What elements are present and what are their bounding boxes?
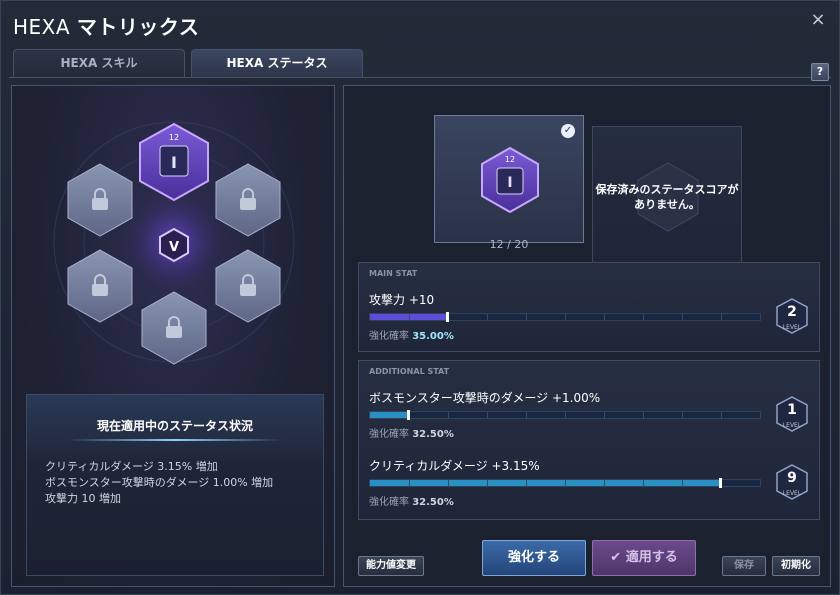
status-line: クリティカルダメージ 3.15% 増加 [45, 460, 218, 473]
level-label: LEVEL [782, 490, 802, 497]
lock-icon [92, 284, 108, 296]
progress-marker [446, 312, 449, 322]
progress-marker [407, 410, 410, 420]
lock-icon [240, 284, 256, 296]
save-button[interactable]: 保存 [722, 556, 766, 576]
progress-marker [719, 478, 722, 488]
progress-segment [526, 412, 527, 418]
progress-bar [369, 410, 761, 420]
level-badge: 9 LEVEL [775, 463, 809, 501]
progress-segment [565, 412, 566, 418]
help-icon[interactable]: ? [811, 63, 829, 81]
progress-fill [370, 412, 409, 418]
center-emblem-text: V [169, 240, 179, 255]
level-value: 1 [787, 402, 797, 418]
progress-segment [448, 480, 449, 486]
current-status-list: クリティカルダメージ 3.15% 増加 ボスモンスター攻撃時のダメージ 1.00… [45, 459, 273, 507]
status-line: 攻撃力 10 増加 [45, 492, 121, 505]
additional-stat-row: ボスモンスター攻撃時のダメージ +1.00% 強化確率 32.50% 1 LEV… [369, 389, 809, 449]
progress-bar [369, 478, 761, 488]
core-level-text: 12 [505, 155, 515, 164]
saved-core-slot[interactable]: 保存済みのステータスコアが ありません。 [592, 126, 742, 264]
status-core-card[interactable]: ✓ I 12 [434, 115, 584, 243]
hex-grid: I 12 V [53, 121, 295, 365]
progress-segment [409, 480, 410, 486]
progress-segment [721, 314, 722, 320]
core-level-text: 12 [169, 133, 179, 142]
upgrade-rate: 強化確率 32.50% [369, 497, 454, 508]
status-core-hex: I 12 [481, 146, 539, 214]
saved-core-empty-text: 保存済みのステータスコアが ありません。 [595, 183, 739, 211]
progress-segment [487, 412, 488, 418]
stat-name: ボスモンスター攻撃時のダメージ +1.00% [369, 391, 601, 405]
progress-segment [565, 314, 566, 320]
progress-bar [369, 312, 761, 322]
core-icon: I [171, 153, 177, 172]
upgrade-rate: 強化確率 32.50% [369, 429, 454, 440]
progress-segment [487, 314, 488, 320]
level-badge: 2 LEVEL [775, 297, 809, 335]
progress-segment [682, 480, 683, 486]
progress-segment [604, 314, 605, 320]
apply-button[interactable]: ✔ 適用する [592, 540, 696, 576]
additional-stat-row: クリティカルダメージ +3.15% 強化確率 32.50% 9 LEVEL [369, 457, 809, 517]
progress-segment [721, 412, 722, 418]
apply-check-icon: ✔ [610, 550, 626, 565]
level-label: LEVEL [782, 324, 802, 331]
title-glow-divider [67, 439, 283, 441]
lock-icon [166, 326, 182, 338]
tab-hexa-skill[interactable]: HEXA スキル [13, 49, 185, 77]
current-status-title: 現在適用中のステータス状況 [96, 419, 253, 433]
level-label: LEVEL [782, 422, 802, 429]
progress-segment [526, 480, 527, 486]
main-stat-label: MAIN STAT [369, 269, 418, 278]
progress-segment [682, 412, 683, 418]
status-line: ボスモンスター攻撃時のダメージ 1.00% 増加 [45, 476, 274, 489]
tab-hexa-status[interactable]: HEXA ステータス [191, 49, 363, 77]
center-emblem-icon: V [159, 227, 189, 263]
progress-segment [604, 480, 605, 486]
close-icon[interactable]: × [807, 9, 829, 31]
additional-stat-section: ADDITIONAL STAT ボスモンスター攻撃時のダメージ +1.00% 強… [358, 360, 820, 520]
hex-slot-top[interactable]: I 12 [139, 122, 209, 202]
lock-icon [92, 198, 108, 210]
progress-segment [565, 480, 566, 486]
progress-segment [643, 480, 644, 486]
hex-grid-panel: I 12 V 現在適用中のステータス状況 クリティカルダメージ 3.15% 増加… [11, 85, 335, 587]
progress-segment [682, 314, 683, 320]
reset-button[interactable]: 初期化 [772, 556, 820, 576]
core-level-counter: 12 / 20 [489, 238, 529, 251]
main-stat-row: 攻撃力 +10 強化確率 35.00% 2 LEVEL [369, 291, 809, 351]
stat-name: クリティカルダメージ +3.15% [369, 459, 540, 473]
progress-fill [370, 480, 721, 486]
upgrade-rate: 強化確率 35.00% [369, 331, 454, 342]
level-badge: 1 LEVEL [775, 395, 809, 433]
progress-segment [643, 412, 644, 418]
current-status-box: 現在適用中のステータス状況 クリティカルダメージ 3.15% 増加 ボスモンスタ… [26, 394, 324, 576]
status-panel: ✓ I 12 12 / 20 保存済みのステータスコアが ありません。 MAIN… [343, 85, 831, 587]
level-value: 9 [787, 470, 797, 486]
hex-slot-bottom[interactable] [141, 291, 207, 365]
title-prefix: HEXA [13, 15, 71, 39]
tab-divider [9, 77, 831, 78]
change-stats-button[interactable]: 能力値変更 [358, 556, 424, 576]
title-main: マトリックス [76, 15, 200, 39]
lock-icon [240, 198, 256, 210]
hexa-matrix-window: HEXA マトリックス × HEXA スキル HEXA ステータス ? I 12… [0, 0, 840, 595]
core-icon: I [507, 175, 512, 191]
level-value: 2 [787, 304, 797, 320]
progress-segment [604, 412, 605, 418]
main-stat-section: MAIN STAT 攻撃力 +10 強化確率 35.00% 2 LEVEL [358, 262, 820, 352]
progress-segment [643, 314, 644, 320]
window-title: HEXA マトリックス [13, 11, 199, 40]
progress-segment [448, 412, 449, 418]
progress-segment [409, 314, 410, 320]
progress-segment [487, 480, 488, 486]
stat-name: 攻撃力 +10 [369, 293, 435, 307]
additional-stat-label: ADDITIONAL STAT [369, 367, 450, 376]
progress-segment [526, 314, 527, 320]
upgrade-button[interactable]: 強化する [482, 540, 586, 576]
